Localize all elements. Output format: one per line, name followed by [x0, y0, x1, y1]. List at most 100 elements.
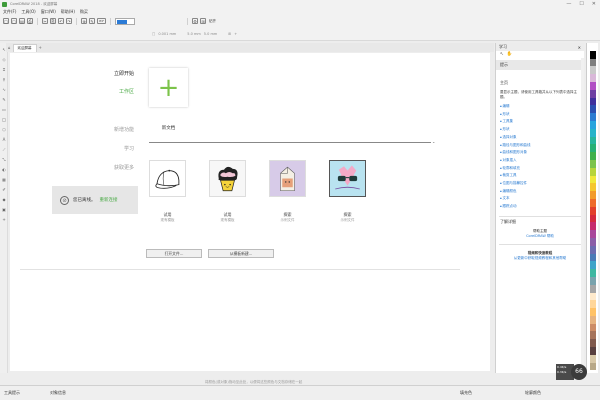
menu-tools[interactable]: 工具(O)	[21, 9, 35, 15]
color-swatch[interactable]	[590, 136, 596, 145]
smart-fill-icon[interactable]: ▣	[1, 207, 7, 213]
color-swatch[interactable]	[590, 113, 596, 121]
color-swatch[interactable]	[590, 230, 596, 238]
connector-tool-icon[interactable]: ⤡	[1, 157, 7, 163]
color-swatch[interactable]	[590, 105, 596, 114]
eyedropper-tool-icon[interactable]: ✐	[1, 187, 7, 193]
freehand-tool-icon[interactable]: ∿	[1, 87, 7, 93]
nav-get-more[interactable]: 获取更多	[114, 164, 134, 171]
menu-file[interactable]: 文件(F)	[3, 9, 16, 15]
topic-link[interactable]: 编辑	[500, 103, 584, 111]
topic-link[interactable]: 位图与描摹控件	[500, 180, 584, 188]
open-file-button[interactable]: 打开文件...	[146, 249, 202, 258]
topic-link[interactable]: 路径与图形和曲线	[500, 142, 584, 150]
help-link[interactable]: CorelDRAW 帮助	[496, 234, 584, 239]
color-swatch[interactable]	[590, 284, 596, 293]
cpu-usage-badge[interactable]: 66	[571, 364, 587, 380]
import-icon[interactable]: ⊕	[81, 18, 87, 24]
nav-whats-new[interactable]: 新增功能	[114, 126, 134, 133]
color-swatch[interactable]	[590, 206, 596, 215]
print-icon[interactable]: ⎙	[27, 18, 33, 24]
minimize-icon[interactable]: —	[566, 1, 571, 7]
new-file-icon[interactable]: □	[3, 18, 9, 24]
artistic-media-icon[interactable]: ✎	[1, 97, 7, 103]
color-swatch[interactable]	[590, 347, 596, 355]
template-thumb-milk-carton[interactable]	[269, 160, 306, 197]
topic-link[interactable]: 跟踪点动	[500, 203, 584, 211]
transparency-tool-icon[interactable]: ▦	[1, 177, 7, 183]
topic-link[interactable]: 曲线和图形对象	[500, 149, 584, 157]
tab-welcome-screen[interactable]: 欢迎屏幕	[12, 44, 37, 52]
color-swatch[interactable]	[590, 152, 596, 160]
pointer-icon[interactable]: ↖	[500, 52, 504, 57]
copy-icon[interactable]: ⎘	[50, 18, 56, 24]
nav-learn[interactable]: 学习	[124, 145, 134, 152]
topic-link[interactable]: 文本	[500, 195, 584, 203]
color-swatch[interactable]	[590, 315, 596, 324]
color-swatch[interactable]	[590, 354, 596, 363]
export-icon[interactable]: ✎	[89, 18, 95, 24]
template-thumb-cupcake[interactable]	[209, 160, 246, 197]
polygon-tool-icon[interactable]: ⬡	[1, 127, 7, 133]
topic-link[interactable]: 工具集	[500, 118, 584, 126]
add-tab-icon[interactable]: +	[39, 45, 42, 50]
nudge-distance-field[interactable]: 0.001 mm	[158, 32, 176, 36]
chevron-down-icon[interactable]: ⌄	[432, 139, 435, 144]
color-swatch[interactable]	[590, 66, 596, 75]
redo-icon[interactable]: ↷	[66, 18, 72, 24]
save-icon[interactable]: ▤	[19, 18, 25, 24]
color-swatch[interactable]	[590, 269, 596, 277]
menu-window[interactable]: 窗口(W)	[41, 9, 56, 15]
grid-icon[interactable]: ⊞	[228, 32, 231, 36]
duplicate-x-field[interactable]: 5.0 mm	[187, 32, 201, 36]
color-swatch[interactable]	[590, 261, 596, 270]
color-swatch[interactable]	[590, 198, 596, 207]
color-swatch[interactable]	[590, 159, 596, 168]
color-swatch[interactable]	[590, 175, 596, 184]
zoom-level-dropdown[interactable]	[115, 17, 135, 25]
zoom-tool-icon[interactable]: ⚲	[1, 77, 7, 83]
color-swatch[interactable]	[590, 128, 596, 137]
maximize-icon[interactable]: ☐	[579, 1, 583, 7]
shadow-tool-icon[interactable]: ◐	[1, 167, 7, 173]
color-swatch[interactable]	[590, 214, 596, 223]
text-tool-icon[interactable]: A	[1, 137, 7, 143]
ellipse-tool-icon[interactable]: ◯	[1, 117, 7, 123]
topic-link[interactable]: 形状	[500, 111, 584, 119]
pdf-icon[interactable]: PDF	[97, 18, 106, 24]
color-swatch[interactable]	[590, 58, 596, 67]
nav-workspace[interactable]: 工作区	[119, 88, 134, 95]
color-swatch[interactable]	[590, 81, 596, 90]
add-icon[interactable]: +	[234, 32, 237, 36]
nav-get-started[interactable]: 立即开始	[114, 70, 134, 77]
undo-icon[interactable]: ↶	[58, 18, 64, 24]
color-swatch[interactable]	[590, 183, 596, 192]
topic-link[interactable]: 裁剪工具	[500, 172, 584, 180]
color-swatch[interactable]	[590, 323, 596, 332]
topic-link[interactable]: 选择对象	[500, 134, 584, 142]
new-from-template-button[interactable]: 从模板新建...	[208, 249, 274, 258]
template-thumb-cap[interactable]	[149, 160, 186, 197]
docker-close-icon[interactable]: ✕	[578, 45, 581, 50]
menu-buy[interactable]: 购买	[80, 9, 88, 15]
color-swatch[interactable]	[590, 50, 596, 59]
color-swatch[interactable]	[590, 167, 596, 176]
color-swatch[interactable]	[590, 74, 596, 82]
snap-icon[interactable]: ⊞	[200, 18, 206, 24]
menu-help[interactable]: 帮助(H)	[61, 9, 75, 15]
topic-link[interactable]: 轮廓和填充	[500, 165, 584, 173]
color-swatch[interactable]	[590, 144, 596, 153]
color-swatch[interactable]	[590, 237, 596, 246]
rectangle-tool-icon[interactable]: ▭	[1, 107, 7, 113]
cut-icon[interactable]: ✂	[42, 18, 48, 24]
color-swatch[interactable]	[590, 222, 596, 231]
add-tool-icon[interactable]: +	[1, 217, 7, 223]
crop-tool-icon[interactable]: ⌗	[1, 67, 7, 73]
color-swatch[interactable]	[590, 362, 596, 371]
topic-link[interactable]: 形状	[500, 126, 584, 134]
docker-scrollbar[interactable]	[581, 58, 584, 373]
color-swatch[interactable]	[590, 292, 596, 301]
template-thumb-sunglasses[interactable]	[329, 160, 366, 197]
new-document-tile[interactable]: +	[149, 68, 188, 107]
shape-tool-icon[interactable]: ◇	[1, 57, 7, 63]
